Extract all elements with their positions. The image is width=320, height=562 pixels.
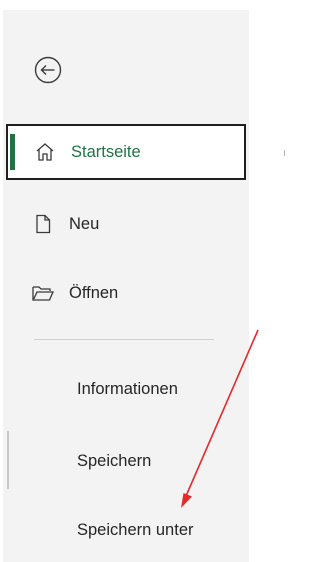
back-arrow-circle-icon: [34, 56, 62, 84]
nav-item-speichern[interactable]: Speichern: [77, 441, 151, 481]
back-button[interactable]: [28, 52, 68, 88]
nav-divider: [34, 339, 214, 340]
backstage-content-pane: [249, 32, 284, 562]
nav-item-label: Neu: [69, 214, 100, 233]
new-document-icon: [31, 212, 55, 236]
content-edge-mark: [284, 150, 285, 156]
nav-item-label: Öffnen: [69, 283, 119, 302]
open-folder-icon: [31, 281, 55, 305]
nav-item-speichern-unter[interactable]: Speichern unter: [77, 510, 194, 550]
excel-backstage: Startseite Neu Öffnen Informationen Spei…: [0, 0, 285, 562]
nav-item-oeffnen[interactable]: Öffnen: [6, 265, 246, 321]
home-icon: [33, 140, 57, 164]
scroll-indicator: [7, 431, 9, 489]
nav-item-startseite[interactable]: Startseite: [6, 124, 246, 180]
nav-item-informationen[interactable]: Informationen: [77, 369, 178, 409]
nav-item-label: Startseite: [71, 142, 141, 161]
nav-item-neu[interactable]: Neu: [6, 196, 246, 252]
